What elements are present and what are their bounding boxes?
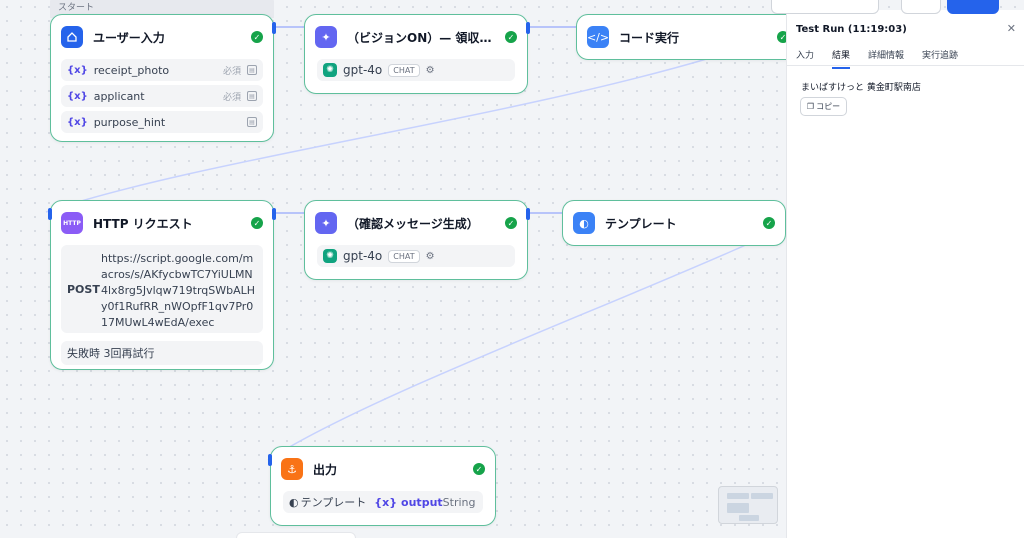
code-icon: </> (587, 26, 609, 48)
node-llm-vision[interactable]: ✦ （ビジョンON）— 領収書か... ✓ ✺ gpt-4o CHAT ⚙ (304, 14, 528, 94)
node-llm-confirm[interactable]: ✦ （確認メッセージ生成） ✓ ✺ gpt-4o CHAT ⚙ (304, 200, 528, 280)
variable-name: receipt_photo (93, 63, 170, 77)
output-icon: ⚓ (281, 458, 303, 480)
variable-row[interactable]: {x} receipt_photo 必須 ▤ (61, 59, 263, 81)
llm-icon: ✦ (315, 212, 337, 234)
node-title: コード実行 (619, 30, 680, 45)
node-title: （確認メッセージ生成） (347, 216, 479, 231)
output-variable-type: String (442, 495, 476, 509)
copy-icon: ❐ (806, 102, 815, 111)
model-selector[interactable]: ✺ gpt-4o CHAT ⚙ (317, 59, 515, 81)
home-icon (61, 26, 83, 48)
node-code-exec[interactable]: </> コード実行 ✓ (576, 14, 786, 60)
node-template[interactable]: ◐ テンプレート ✓ (562, 200, 786, 246)
text-type-icon: ▤ (247, 117, 257, 127)
node-http-request[interactable]: HTTP HTTP リクエスト ✓ POST https://script.go… (50, 200, 274, 370)
workflow-canvas[interactable]: スタート ユーザー入力 ✓ {x} receipt_photo 必須 ▤ {x}… (0, 0, 786, 538)
node-title: 出力 (313, 462, 338, 477)
model-name: gpt-4o (343, 63, 383, 77)
node-user-input[interactable]: ユーザー入力 ✓ {x} receipt_photo 必須 ▤ {x} appl… (50, 14, 274, 142)
success-check-icon: ✓ (763, 217, 775, 229)
required-badge: 必須 (222, 92, 241, 103)
template-icon: ◐ (573, 212, 595, 234)
copy-label: コピー (816, 102, 841, 111)
panel-title: Test Run (11:19:03) (796, 24, 907, 35)
output-port[interactable] (272, 208, 276, 220)
mode-badge: CHAT (388, 63, 420, 77)
variable-name: purpose_hint (93, 115, 166, 129)
node-output[interactable]: ⚓ 出力 ✓ ◐ テンプレート {x} output String (270, 446, 496, 526)
node-title: テンプレート (605, 216, 677, 231)
file-type-icon: ▤ (247, 65, 257, 75)
test-run-panel: Test Run (11:19:03) ✕ 入力 結果 詳細情報 実行追跡 まい… (771, 0, 1024, 538)
variable-icon: {x} (67, 90, 88, 102)
node-title: ユーザー入力 (93, 30, 165, 45)
output-variable-row[interactable]: ◐ テンプレート {x} output String (283, 491, 483, 513)
tabs-divider (787, 65, 1024, 66)
input-port[interactable] (48, 208, 52, 220)
model-selector[interactable]: ✺ gpt-4o CHAT ⚙ (317, 245, 515, 267)
node-title: （ビジョンON）— 領収書か... (347, 30, 499, 45)
toolbar-button[interactable] (771, 0, 879, 14)
openai-icon: ✺ (323, 63, 337, 77)
result-output: まいばすけっと 黄金町駅南店 (801, 83, 921, 93)
http-config[interactable]: POST https://script.google.com/macros/s/… (61, 245, 263, 333)
openai-icon: ✺ (323, 249, 337, 263)
output-port[interactable] (526, 208, 530, 220)
variable-name: applicant (93, 89, 145, 103)
retry-setting: 失敗時 3回再試行 (61, 341, 263, 365)
http-url: https://script.google.com/macros/s/AKfyc… (101, 252, 256, 329)
success-check-icon: ✓ (473, 463, 485, 475)
output-variable-name: output (401, 495, 443, 509)
variable-icon: {x} (67, 116, 88, 128)
settings-icon[interactable]: ⚙ (426, 65, 435, 76)
settings-icon[interactable]: ⚙ (426, 251, 435, 262)
source-node-name: テンプレート (300, 496, 367, 509)
variable-row[interactable]: {x} applicant 必須 ▤ (61, 85, 263, 107)
success-check-icon: ✓ (251, 31, 263, 43)
required-badge: 必須 (222, 66, 241, 77)
input-port[interactable] (268, 454, 272, 466)
llm-icon: ✦ (315, 26, 337, 48)
model-name: gpt-4o (343, 249, 383, 263)
close-icon[interactable]: ✕ (1007, 22, 1016, 35)
http-icon: HTTP (61, 212, 83, 234)
output-port[interactable] (526, 22, 530, 34)
success-check-icon: ✓ (505, 31, 517, 43)
minimap[interactable] (718, 486, 778, 524)
template-icon: ◐ (289, 495, 299, 509)
copy-button[interactable]: ❐ コピー (800, 97, 847, 116)
zoom-controls[interactable] (236, 532, 356, 538)
success-check-icon: ✓ (505, 217, 517, 229)
text-type-icon: ▤ (247, 91, 257, 101)
success-check-icon: ✓ (777, 31, 786, 43)
mode-badge: CHAT (388, 249, 420, 263)
publish-button[interactable] (947, 0, 999, 14)
output-port[interactable] (272, 22, 276, 34)
http-method: POST (67, 282, 100, 296)
node-title: HTTP リクエスト (93, 216, 193, 231)
toolbar-button[interactable] (901, 0, 941, 14)
variable-icon: {x} (374, 495, 398, 509)
variable-row[interactable]: {x} purpose_hint ▤ (61, 111, 263, 133)
variable-icon: {x} (67, 64, 88, 76)
success-check-icon: ✓ (251, 217, 263, 229)
